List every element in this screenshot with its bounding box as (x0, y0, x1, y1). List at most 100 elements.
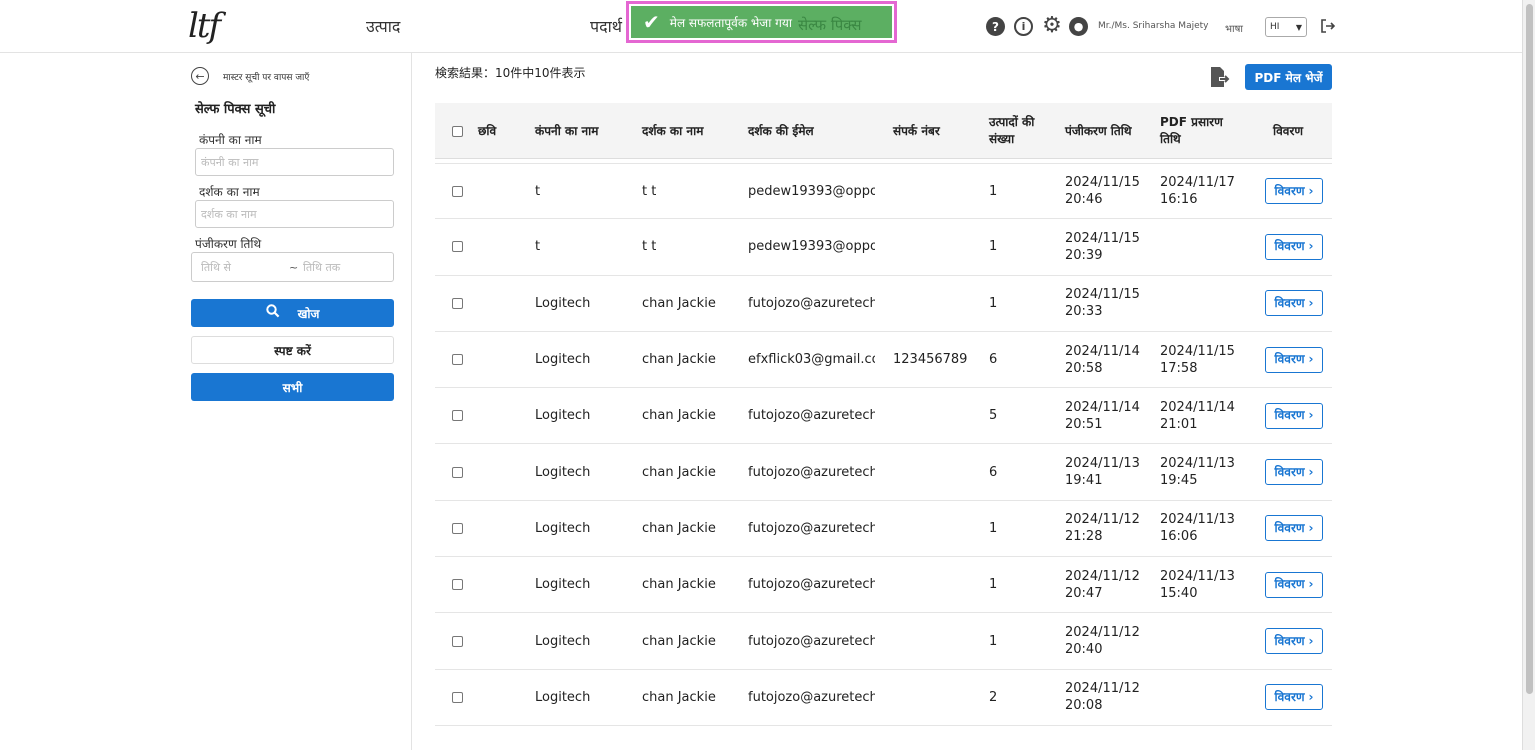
chevron-right-icon: › (1308, 633, 1314, 648)
cell-reg-date: 2024/11/12 20:47 (1065, 568, 1140, 601)
table-row: Logitech chan Jackie futojozo@azuretechta 1… (435, 557, 1332, 614)
nav-materials[interactable]: पदार्थ (590, 15, 622, 37)
cell-company: Logitech (535, 520, 591, 536)
cell-detail: विवरण › (1265, 670, 1323, 725)
row-checkbox-cell (452, 613, 463, 668)
row-checkbox[interactable] (452, 241, 463, 253)
scrollbar-thumb[interactable] (1526, 4, 1533, 694)
cell-viewer: chan Jackie (642, 577, 716, 593)
detail-button-label: विवरण (1274, 689, 1305, 704)
cell-email: futojozo@azuretechta (748, 408, 875, 424)
detail-button[interactable]: विवरण › (1265, 233, 1323, 260)
page-scrollbar[interactable] (1522, 0, 1535, 750)
detail-button-label: विवरण (1274, 295, 1305, 310)
row-checkbox-cell (452, 219, 463, 274)
cell-pdf-date: 2024/11/14 21:01 (1160, 399, 1235, 432)
header-detail: विवरण (1273, 123, 1304, 138)
chevron-right-icon: › (1308, 239, 1314, 254)
cell-qty: 5 (989, 408, 998, 424)
cell-pdf-date: 2024/11/13 15:40 (1160, 568, 1235, 601)
cell-viewer: chan Jackie (642, 464, 716, 480)
cell-reg-date: 2024/11/15 20:39 (1065, 230, 1140, 263)
gear-icon[interactable]: ⚙ (1041, 13, 1063, 38)
toast-underlay-text: सेल्फ पिक्स (797, 16, 862, 34)
cell-qty: 1 (989, 183, 998, 199)
row-checkbox-cell (452, 444, 463, 499)
detail-button[interactable]: विवरण › (1265, 346, 1323, 373)
export-icon[interactable] (1208, 66, 1230, 88)
info-icon[interactable]: i (1014, 17, 1033, 36)
search-icon (265, 304, 280, 322)
logout-icon[interactable] (1320, 18, 1336, 34)
header-pdf-date: PDF प्रसारण तिथि (1160, 115, 1223, 146)
row-checkbox[interactable] (452, 522, 463, 534)
help-icon[interactable]: ? (986, 17, 1005, 36)
select-all-checkbox[interactable] (452, 125, 463, 137)
chevron-right-icon: › (1308, 577, 1314, 592)
language-label: भाषा (1225, 24, 1243, 35)
row-checkbox[interactable] (452, 466, 463, 478)
date-from-input[interactable]: तिथि से (201, 260, 289, 275)
header-reg-date: पंजीकरण तिथि (1065, 123, 1132, 138)
cell-email: futojozo@azuretechta (748, 520, 875, 536)
cell-email: pedew19393@opposi (748, 183, 875, 199)
result-count: 検索結果：10件中10件表示 (435, 66, 586, 80)
search-button[interactable]: खोज (191, 299, 394, 327)
header-qty: उत्पादों की संख्या (989, 115, 1035, 146)
row-checkbox-cell (452, 557, 463, 612)
cell-qty: 1 (989, 577, 998, 593)
cell-company: Logitech (535, 633, 591, 649)
cell-qty: 1 (989, 295, 998, 311)
back-to-master-link[interactable]: ← मास्टर सूची पर वापस जाएँ (191, 67, 309, 85)
detail-button-label: विवरण (1274, 183, 1305, 198)
table-row: t t t pedew19393@opposi 1 2024/11/15 20:46 20… (435, 163, 1332, 220)
cell-detail: विवरण › (1265, 557, 1323, 612)
detail-button[interactable]: विवरण › (1265, 178, 1323, 205)
detail-button[interactable]: विवरण › (1265, 628, 1323, 655)
company-input[interactable]: कंपनी का नाम (195, 148, 394, 176)
language-value: HI (1270, 22, 1280, 32)
language-select[interactable]: HI ▼ (1265, 17, 1307, 37)
header-company: कंपनी का नाम (535, 123, 599, 138)
cell-detail: विवरण › (1265, 444, 1323, 499)
date-to-input[interactable]: तिथि तक (303, 260, 340, 275)
pdf-mail-button[interactable]: PDF मेल भेजें (1245, 64, 1332, 90)
detail-button[interactable]: विवरण › (1265, 290, 1323, 317)
cell-reg-date: 2024/11/12 21:28 (1065, 512, 1140, 545)
row-checkbox[interactable] (452, 579, 463, 591)
sidebar: ← मास्टर सूची पर वापस जाएँ सेल्फ पिक्स स… (0, 53, 412, 750)
detail-button[interactable]: विवरण › (1265, 515, 1323, 542)
detail-button[interactable]: विवरण › (1265, 571, 1323, 598)
nav-products[interactable]: उत्पाद (366, 15, 400, 37)
clear-button[interactable]: स्पष्ट करें (191, 336, 394, 364)
cell-email: pedew19393@opposi (748, 239, 875, 255)
app-logo[interactable]: ltf (188, 6, 221, 46)
cell-company: Logitech (535, 689, 591, 705)
row-checkbox[interactable] (452, 185, 463, 197)
detail-button[interactable]: विवरण › (1265, 459, 1323, 486)
cell-pdf-date (1160, 276, 1240, 331)
row-checkbox[interactable] (452, 354, 463, 366)
row-checkbox[interactable] (452, 410, 463, 422)
viewer-input[interactable]: दर्शक का नाम (195, 200, 394, 228)
table-row: Logitech chan Jackie futojozo@azuretechta 1… (435, 276, 1332, 332)
row-checkbox[interactable] (452, 635, 463, 647)
row-checkbox[interactable] (452, 691, 463, 703)
user-icon[interactable]: ● (1069, 17, 1088, 36)
cell-email: futojozo@azuretechta (748, 689, 875, 705)
detail-button[interactable]: विवरण › (1265, 684, 1323, 711)
detail-button-label: विवरण (1274, 239, 1305, 254)
cell-detail: विवरण › (1265, 276, 1323, 331)
back-icon[interactable]: ← (191, 67, 209, 85)
cell-reg-date: 2024/11/15 20:33 (1065, 287, 1140, 320)
cell-pdf-date (1160, 670, 1240, 725)
table-header: छवि कंपनी का नाम दर्शक का नाम दर्शक की ई… (435, 103, 1332, 159)
row-checkbox-cell (452, 388, 463, 443)
cell-reg-date: 2024/11/12 20:08 (1065, 681, 1140, 714)
all-button[interactable]: सभी (191, 373, 394, 401)
header-email: दर्शक की ईमेल (748, 123, 814, 138)
row-checkbox[interactable] (452, 297, 463, 309)
back-label: मास्टर सूची पर वापस जाएँ (223, 72, 310, 83)
detail-button[interactable]: विवरण › (1265, 402, 1323, 429)
date-separator: ~ (289, 260, 299, 274)
